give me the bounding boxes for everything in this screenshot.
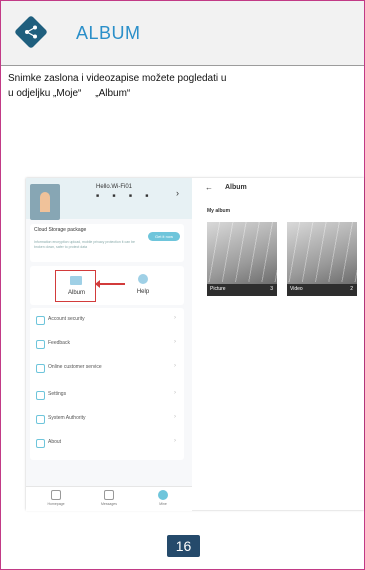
chevron-right-icon: › [174, 414, 176, 420]
thumbnail-image [207, 222, 277, 282]
album-caption: Video 2 [287, 284, 357, 296]
menu-item-feedback[interactable]: Feedback › [30, 335, 184, 353]
album-icon [70, 276, 82, 285]
chevron-right-icon: › [174, 339, 176, 345]
chevron-right-icon[interactable]: › [176, 188, 179, 198]
gear-icon [36, 391, 45, 400]
album-picture[interactable]: Picture 3 [207, 222, 277, 296]
bottom-tab-bar: Homepage Messages Mine [26, 486, 192, 511]
shield-icon [36, 316, 45, 325]
description: Snimke zaslona i videozapise možete pogl… [8, 71, 348, 101]
cloud-title: Cloud Storage package [34, 227, 87, 233]
home-icon [51, 490, 61, 500]
album-caption: Picture 3 [207, 284, 277, 296]
message-icon [104, 490, 114, 500]
share-icon [14, 15, 48, 49]
menu-item-account-security[interactable]: Account security › [30, 311, 184, 329]
album-label: Album [67, 290, 85, 296]
album-button[interactable]: Album [55, 270, 96, 302]
description-line-1: Snimke zaslona i videozapise možete pogl… [8, 73, 227, 84]
cloud-subtitle: Information encryption upload, mobile pr… [34, 240, 135, 249]
phone-album-screen: ← Album My album Picture 3 Video 2 [197, 178, 364, 510]
album-count: 3 [270, 286, 273, 292]
tab-homepage[interactable]: Homepage [36, 490, 76, 506]
chevron-right-icon: › [174, 363, 176, 369]
tab-messages[interactable]: Messages [89, 490, 129, 506]
user-icon [158, 490, 168, 500]
settings-menu: Account security › Feedback › Online cus… [30, 308, 184, 460]
my-album-heading: My album [207, 208, 231, 214]
avatar [30, 184, 60, 220]
headset-icon [36, 364, 45, 373]
cloud-storage-card[interactable]: Cloud Storage package Information encryp… [30, 224, 184, 262]
tab-label: Homepage [47, 502, 65, 506]
menu-label: Online customer service [48, 364, 102, 370]
album-name: Picture [210, 286, 226, 292]
album-help-card: Album Help [30, 266, 184, 305]
album-name: Video [290, 286, 303, 292]
menu-label: About [48, 439, 62, 445]
menu-label: Account security [48, 316, 85, 322]
menu-item-system-authority[interactable]: System Authority › [30, 410, 184, 428]
chevron-right-icon: › [174, 315, 176, 321]
edit-icon [36, 340, 45, 349]
cloud-get-button[interactable]: Get it now [148, 232, 180, 241]
menu-item-settings[interactable]: Settings › [30, 386, 184, 404]
thumbnail-image [287, 222, 357, 282]
tab-label: Mine [159, 502, 167, 506]
greeting: Hello.Wi-Fi01 [96, 184, 133, 190]
info-icon [36, 439, 45, 448]
page-number: 16 [167, 535, 200, 557]
chevron-right-icon: › [174, 390, 176, 396]
page-header: ALBUM [1, 1, 364, 65]
help-icon[interactable] [138, 274, 148, 284]
phone-mine-screen: Hello.Wi-Fi01 ■ ■ ■ ■ › Cloud Storage pa… [26, 178, 192, 511]
chevron-right-icon: › [174, 438, 176, 444]
page-title: ALBUM [76, 23, 141, 43]
highlight-arrow [95, 280, 125, 288]
description-line-2: u odjeljku „Moje“ „Album“ [8, 88, 131, 99]
back-arrow-icon[interactable]: ← [205, 183, 213, 192]
header-divider [1, 65, 364, 66]
tab-mine[interactable]: Mine [143, 490, 183, 506]
album-count: 2 [350, 286, 353, 292]
menu-label: Settings [48, 391, 67, 397]
profile-card[interactable]: Hello.Wi-Fi01 ■ ■ ■ ■ › [26, 178, 192, 220]
lock-icon [36, 415, 45, 424]
help-label[interactable]: Help [130, 289, 156, 295]
album-page-title: Album [225, 184, 247, 191]
menu-label: Feedback [48, 340, 70, 346]
account-info: ■ ■ ■ ■ [96, 193, 155, 199]
menu-item-customer-service[interactable]: Online customer service › [30, 359, 184, 377]
album-video[interactable]: Video 2 [287, 222, 357, 296]
tab-label: Messages [101, 502, 117, 506]
menu-item-about[interactable]: About › [30, 434, 184, 452]
menu-label: System Authority [48, 415, 86, 421]
